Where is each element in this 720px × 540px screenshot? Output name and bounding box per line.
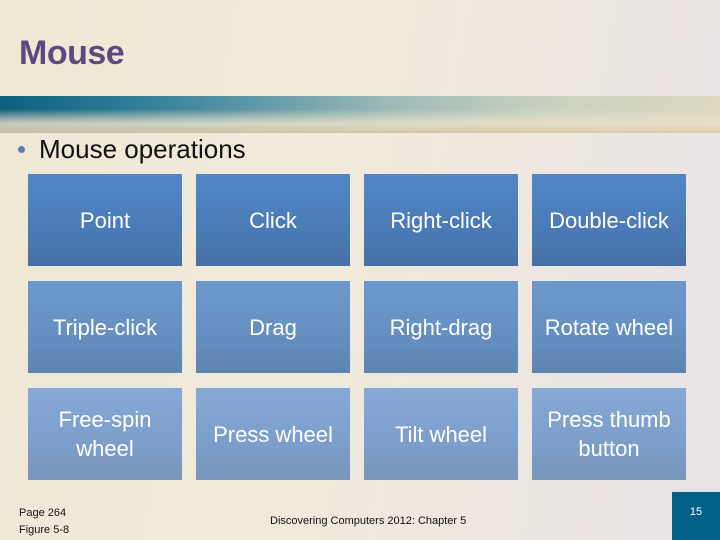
operation-box-double-click[interactable]: Double-click (532, 174, 686, 266)
operation-box-free-spin-wheel[interactable]: Free-spin wheel (28, 388, 182, 480)
operation-box-rotate-wheel[interactable]: Rotate wheel (532, 281, 686, 373)
page-reference: Page 264 (19, 507, 67, 519)
bullet-text: Mouse operations (39, 134, 246, 164)
slide-number-text: 15 (689, 506, 703, 518)
operation-box-press-wheel[interactable]: Press wheel (196, 388, 350, 480)
operation-box-right-drag[interactable]: Right-drag (364, 281, 518, 373)
operation-box-click[interactable]: Click (196, 174, 350, 266)
footer-course-title: Discovering Computers 2012: Chapter 5 (270, 515, 467, 527)
bullet-icon (18, 146, 25, 153)
operation-box-drag[interactable]: Drag (196, 281, 350, 373)
operation-box-triple-click[interactable]: Triple-click (28, 281, 182, 373)
operations-grid: Point Click Right-click Double-click Tri… (28, 174, 686, 480)
bullet-item: Mouse operations (16, 134, 246, 165)
header-band (0, 96, 720, 133)
figure-reference: Figure 5-8 (19, 524, 70, 536)
operation-box-right-click[interactable]: Right-click (364, 174, 518, 266)
operation-box-tilt-wheel[interactable]: Tilt wheel (364, 388, 518, 480)
slide-number: 15 (672, 492, 720, 540)
operation-box-press-thumb-button[interactable]: Press thumb button (532, 388, 686, 480)
operation-box-point[interactable]: Point (28, 174, 182, 266)
slide-title: Mouse (19, 34, 125, 72)
footer-reference: Page 264 Figure 5-8 (19, 505, 69, 539)
